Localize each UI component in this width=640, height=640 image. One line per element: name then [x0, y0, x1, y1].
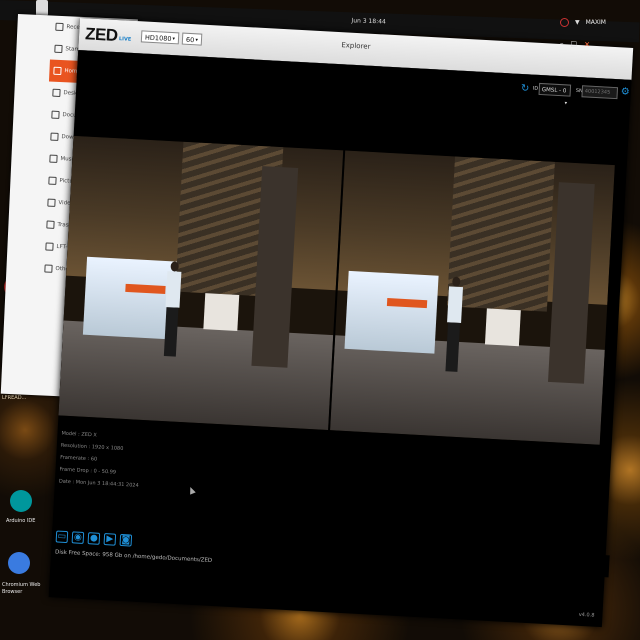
serial-number-input[interactable]	[581, 85, 619, 100]
mouse-cursor-icon	[187, 485, 196, 495]
network-icon[interactable]: ▼	[575, 19, 580, 26]
action-bar: ▭ ◉ ● ▶ ◙	[51, 525, 610, 578]
folder-icon[interactable]: ▭	[55, 530, 69, 544]
desktop-background: Jun 3 18:44 ▼ MAXIM ❯ A ! LFREAD... Ardu…	[0, 0, 640, 640]
settings-icon[interactable]: ⚙	[621, 86, 631, 97]
video-icon	[47, 198, 56, 207]
refresh-icon[interactable]: ↻	[521, 83, 530, 94]
camera-id-select[interactable]: GMSL - 0 ▾	[538, 82, 572, 106]
trash-icon	[46, 220, 55, 229]
left-camera-view[interactable]	[58, 135, 344, 431]
app-icon-top[interactable]	[36, 0, 48, 16]
document-icon	[51, 110, 60, 119]
camera-icon[interactable]: ◙	[119, 533, 133, 547]
window-controls: – □ ✕	[560, 39, 590, 49]
desktop-icon	[52, 88, 61, 98]
right-camera-view[interactable]	[330, 150, 615, 445]
user-menu[interactable]: MAXIM	[586, 19, 606, 26]
home-icon	[53, 66, 62, 76]
zed-explorer-window: ZED LIVE HD1080 ▾ 60 ▾ Explorer ↻ ID GMSL …	[48, 18, 634, 628]
close-icon[interactable]: ✕	[584, 40, 590, 48]
clock[interactable]: Jun 3 18:44	[351, 17, 386, 25]
dock-label-arduino[interactable]: Arduino IDE	[6, 518, 46, 524]
arduino-icon[interactable]	[10, 490, 32, 512]
live-stream-icon[interactable]: ◉	[71, 531, 85, 544]
video-icon[interactable]: ▶	[103, 533, 117, 546]
camera-info-panel: Model : ZED X Resolution : 1920 x 1080 F…	[59, 428, 142, 492]
view-banner	[484, 308, 521, 347]
download-icon	[50, 132, 59, 141]
view-floor	[58, 320, 334, 431]
camera-id-value: GMSL - 0	[541, 87, 567, 95]
view-banner	[203, 293, 240, 331]
version-label: v4.0.8	[578, 611, 595, 619]
maximize-icon[interactable]: □	[570, 40, 577, 48]
chrome-tray-icon[interactable]	[560, 18, 569, 27]
record-icon[interactable]: ●	[87, 532, 101, 545]
id-label: ID	[532, 85, 539, 92]
plus-icon	[44, 264, 53, 273]
minimize-icon[interactable]: –	[560, 39, 564, 47]
view-window	[344, 270, 439, 354]
system-tray: ▼ MAXIM	[560, 18, 606, 27]
chevron-down-icon: ▾	[564, 100, 568, 107]
drive-icon	[45, 242, 54, 251]
clock-icon	[55, 22, 64, 32]
star-icon	[54, 44, 63, 54]
chromium-icon[interactable]	[8, 552, 30, 574]
music-icon	[49, 154, 58, 163]
dock-label-chromium[interactable]: Chromium Web Browser	[2, 582, 44, 596]
picture-icon	[48, 176, 57, 185]
dock-label-lfread[interactable]: LFREAD...	[2, 395, 46, 402]
